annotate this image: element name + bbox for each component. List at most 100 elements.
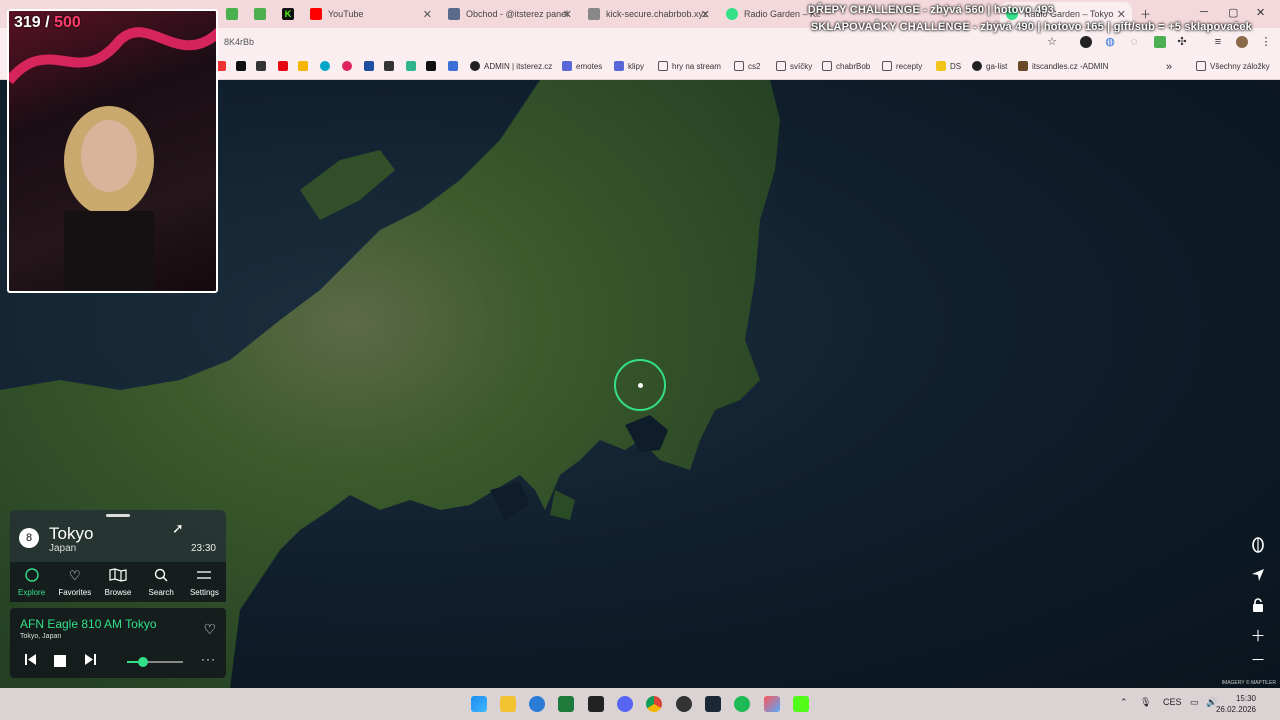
bookmark-recepty[interactable]: recepty xyxy=(882,61,922,71)
ds-icon xyxy=(936,61,946,71)
kick-icon: K xyxy=(282,8,294,20)
all-bookmarks-button[interactable]: Všechny záložky xyxy=(1196,61,1270,71)
new-tab-icon[interactable]: ＋ xyxy=(1140,6,1151,22)
bookmark-icon-10[interactable] xyxy=(406,61,416,71)
favorite-heart-icon[interactable]: ♡ xyxy=(203,621,216,638)
bookmark-favicon xyxy=(384,61,394,71)
close-tab-icon[interactable]: ✕ xyxy=(701,8,710,21)
radio-player: AFN Eagle 810 AM Tokyo Tokyo, Japan ♡ ··… xyxy=(10,608,226,678)
stop-button[interactable] xyxy=(54,655,66,667)
maximize-icon[interactable]: ▢ xyxy=(1228,6,1238,19)
sl-icon xyxy=(562,61,572,71)
tab-green-2[interactable] xyxy=(248,2,272,26)
minimize-icon[interactable]: ─ xyxy=(1200,6,1208,18)
volume-knob[interactable] xyxy=(137,657,148,667)
extension-icon[interactable] xyxy=(1154,36,1166,48)
globe-mode-icon[interactable] xyxy=(1246,533,1270,557)
nav-explore[interactable]: Explore xyxy=(10,562,53,602)
challenge-line-2: SKLAPOVAČKY CHALLENGE - zbývá 490 | hoto… xyxy=(810,21,1252,33)
bookmark-icon-paypal[interactable] xyxy=(364,61,374,71)
tab-obchod[interactable]: Obchod - @itsterez panel ✕ xyxy=(442,2,578,26)
bookmarks-overflow-button[interactable]: » xyxy=(1166,61,1172,73)
lock-icon[interactable] xyxy=(1246,593,1270,617)
extension-icon[interactable] xyxy=(1080,36,1092,48)
next-icon[interactable] xyxy=(83,654,97,668)
extension-icon[interactable]: ◍ xyxy=(1104,36,1116,48)
windows-taskbar: ⌃ 🎙 CES ▭ 🔊 15:30 26.02.2026 xyxy=(0,688,1280,720)
more-options-icon[interactable]: ··· xyxy=(201,652,216,666)
close-tab-icon[interactable]: ✕ xyxy=(423,8,432,21)
keyboard-language[interactable]: CES xyxy=(1163,697,1182,707)
zoom-out-button[interactable]: － xyxy=(1246,647,1270,671)
tab-green-1[interactable] xyxy=(220,2,244,26)
close-window-icon[interactable]: ✕ xyxy=(1256,6,1265,19)
discord-icon[interactable] xyxy=(617,696,633,712)
place-header[interactable]: 8 Tokyo Japan 23:30 xyxy=(10,510,226,562)
url-field[interactable]: 8K4rBb xyxy=(224,34,964,50)
tab-favicon xyxy=(226,8,238,20)
sl-icon xyxy=(614,61,624,71)
steam-icon[interactable] xyxy=(705,696,721,712)
chevron-up-icon[interactable]: ⌃ xyxy=(1120,697,1128,708)
reading-list-icon[interactable]: ≡ xyxy=(1212,36,1224,48)
kick-icon[interactable] xyxy=(793,696,809,712)
tab-kick[interactable]: K xyxy=(276,2,302,26)
bookmark-hry-na-stream[interactable]: hry na stream xyxy=(658,61,721,71)
avatar[interactable] xyxy=(1236,36,1248,48)
previous-icon[interactable] xyxy=(23,654,37,668)
bookmark-icon-9[interactable] xyxy=(384,61,394,71)
bookmark-ds[interactable]: DS xyxy=(936,61,961,71)
microphone-icon[interactable]: 🎙 xyxy=(1140,697,1151,708)
close-tab-icon[interactable]: ✕ xyxy=(563,8,572,21)
nav-settings[interactable]: Settings xyxy=(183,562,226,602)
nav-search[interactable]: Search xyxy=(140,562,183,602)
tab-kick-secure[interactable]: kick-secure.chabrbob.xyz ✕ xyxy=(582,2,716,26)
bookmark-icon-6[interactable] xyxy=(320,61,330,71)
tab-radio-garden-kiss[interactable]: Radio Garden – Kiss xyxy=(720,2,820,26)
locate-me-icon[interactable] xyxy=(1246,563,1270,587)
bookmark-label: svíčky xyxy=(790,61,813,71)
puzzle-icon[interactable]: ✣ xyxy=(1176,36,1188,48)
bookmark-icon-3[interactable] xyxy=(256,61,266,71)
bookmark-klipy[interactable]: klipy xyxy=(614,61,644,71)
kebab-menu-icon[interactable]: ⋮ xyxy=(1260,36,1272,48)
bookmark-admin[interactable]: ADMIN | itsterez.cz xyxy=(470,61,552,71)
bookmark-icon-5[interactable] xyxy=(298,61,308,71)
file-explorer-icon[interactable] xyxy=(500,696,516,712)
extension-icon[interactable]: ◌ xyxy=(1128,36,1140,48)
nav-favorites[interactable]: ♡ Favorites xyxy=(53,562,96,602)
ccleaner-icon[interactable] xyxy=(529,696,545,712)
bookmark-chabrbob[interactable]: chabrBob xyxy=(822,61,870,71)
spotify-icon[interactable] xyxy=(734,696,750,712)
start-menu-icon[interactable] xyxy=(471,696,487,712)
bookmark-cs2[interactable]: cs2 xyxy=(734,61,760,71)
bookmark-itscandles[interactable]: itscandles.cz -ADMIN xyxy=(1018,61,1108,71)
station-name[interactable]: AFN Eagle 810 AM Tokyo xyxy=(20,617,157,631)
system-clock[interactable]: 15:30 26.02.2026 xyxy=(1216,693,1256,715)
selected-location-marker[interactable] xyxy=(614,359,666,411)
bookmark-emotes[interactable]: emotes xyxy=(562,61,602,71)
bookmark-icon-11[interactable] xyxy=(426,61,436,71)
bookmark-svicky[interactable]: svíčky xyxy=(776,61,812,71)
nav-browse[interactable]: Browse xyxy=(96,562,139,602)
zoom-in-button[interactable]: ＋ xyxy=(1246,623,1270,647)
folder-icon xyxy=(658,61,668,71)
chrome-icon[interactable] xyxy=(646,696,662,712)
bookmark-icon-x[interactable] xyxy=(236,61,246,71)
bookmark-label: itscandles.cz -ADMIN xyxy=(1032,61,1109,71)
app-icon[interactable] xyxy=(764,696,780,712)
drag-handle[interactable] xyxy=(106,514,130,517)
excel-icon[interactable] xyxy=(558,696,574,712)
obs-icon[interactable] xyxy=(676,696,692,712)
star-icon[interactable]: ☆ xyxy=(1046,36,1058,48)
bookmark-favicon xyxy=(298,61,308,71)
bookmark-icon-netflix[interactable] xyxy=(278,61,288,71)
bookmark-icon-7[interactable] xyxy=(342,61,352,71)
volume-slider[interactable] xyxy=(127,657,183,667)
app-icon[interactable] xyxy=(588,696,604,712)
tab-youtube[interactable]: YouTube ✕ xyxy=(304,2,438,26)
bookmark-ga-list[interactable]: ga-list xyxy=(972,61,1007,71)
bookmark-icon-12[interactable] xyxy=(448,61,458,71)
close-tab-icon[interactable]: ✕ xyxy=(1117,8,1126,21)
network-icon[interactable]: ▭ xyxy=(1190,697,1199,708)
